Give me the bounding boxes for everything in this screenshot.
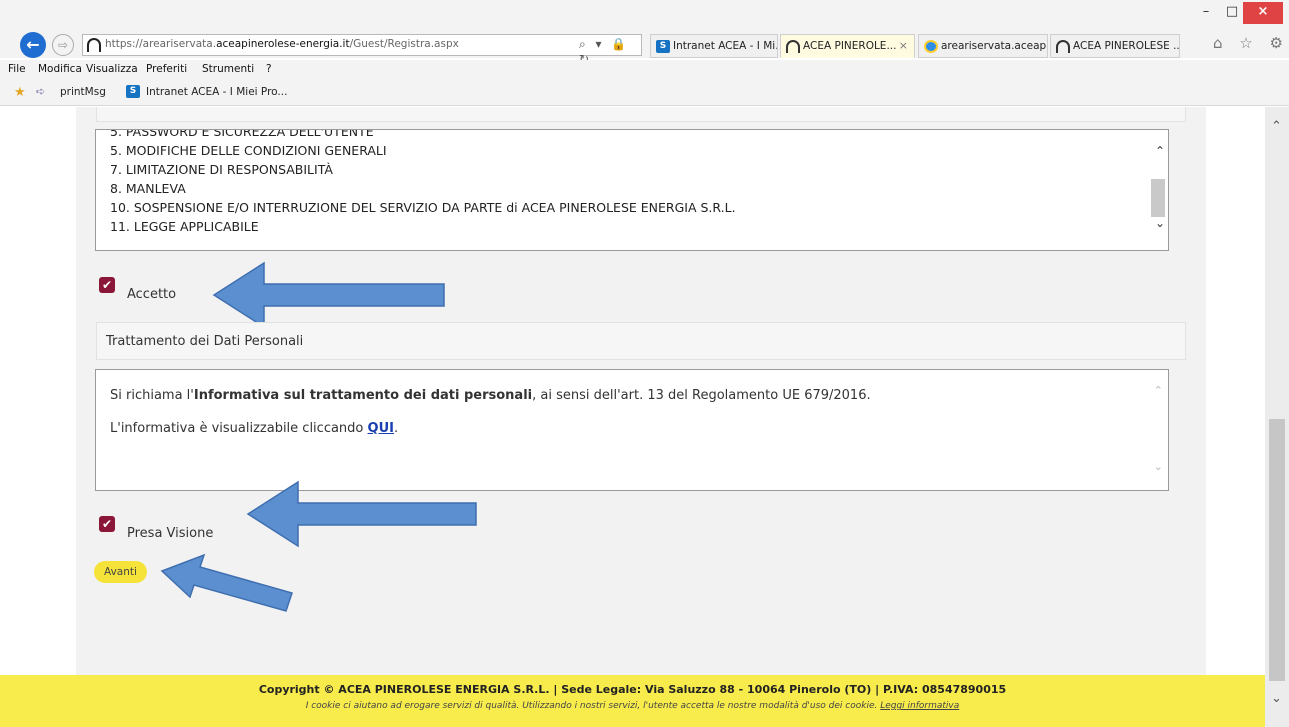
accetto-checkbox[interactable]: ✔: [99, 277, 115, 293]
menu-help[interactable]: ?: [266, 63, 272, 75]
sharepoint-icon: S: [656, 40, 670, 53]
tab-areariservata[interactable]: areariservata.aceapi...: [918, 34, 1048, 58]
url-domain: aceapinerolese-energia.it: [216, 38, 350, 50]
favorite-intranet[interactable]: Intranet ACEA - I Miei Pro...: [146, 86, 287, 98]
favorite-printmsg[interactable]: printMsg: [60, 86, 106, 98]
address-bar[interactable]: https://areariservata.aceapinerolese-ene…: [82, 34, 642, 66]
terms-scroll-thumb[interactable]: [1151, 179, 1165, 217]
acea-icon: [1056, 40, 1070, 53]
privacy-p1-after: , ai sensi dell'art. 13 del Regolamento …: [532, 388, 871, 403]
terms-line: 11. LEGGE APPLICABILE: [110, 219, 259, 234]
address-url[interactable]: https://areariservata.aceapinerolese-ene…: [105, 38, 459, 50]
terms-list: 5. PASSWORD E SICUREZZA DELL'UTENTE 5. M…: [110, 129, 736, 236]
privacy-paragraph-1: Si richiama l'Informativa sul trattament…: [110, 388, 871, 403]
privacy-p1-before: Si richiama l': [110, 388, 194, 403]
presa-visione-label[interactable]: Presa Visione: [127, 526, 213, 541]
accetto-label[interactable]: Accetto: [127, 287, 176, 302]
back-button[interactable]: ←: [20, 32, 46, 58]
tab-intranet[interactable]: S Intranet ACEA - I Mi...: [650, 34, 778, 58]
terms-section-header: [96, 107, 1186, 122]
tab-acea-2[interactable]: ACEA PINEROLESE ...: [1050, 34, 1180, 58]
tab-label: ACEA PINEROLESE ...: [1073, 40, 1180, 52]
scroll-up-icon[interactable]: ⌃: [1271, 119, 1282, 134]
terms-textarea[interactable]: 5. PASSWORD E SICUREZZA DELL'UTENTE 5. M…: [95, 129, 1169, 251]
scroll-down-icon[interactable]: ⌄: [1271, 691, 1282, 706]
close-window-button[interactable]: ×: [1243, 2, 1283, 24]
avanti-button[interactable]: Avanti: [94, 561, 147, 583]
url-prefix: https://areariservata.: [105, 38, 217, 50]
menu-preferiti[interactable]: Preferiti: [146, 63, 187, 75]
page-footer: Copyright © ACEA PINEROLESE ENERGIA S.R.…: [0, 675, 1265, 727]
page-scrollbar[interactable]: ⌃ ⌄: [1265, 107, 1289, 727]
privacy-section-header: Trattamento dei Dati Personali: [96, 322, 1186, 360]
tab-close-icon[interactable]: ×: [899, 35, 908, 57]
page-viewport: 5. PASSWORD E SICUREZZA DELL'UTENTE 5. M…: [0, 107, 1265, 727]
footer-copyright: Copyright © ACEA PINEROLESE ENERGIA S.R.…: [258, 683, 1007, 696]
menu-strumenti[interactable]: Strumenti: [202, 63, 254, 75]
tab-label: ACEA PINEROLE...: [803, 40, 897, 52]
sharepoint-icon: S: [126, 85, 140, 98]
privacy-textarea[interactable]: Si richiama l'Informativa sul trattament…: [95, 369, 1169, 491]
privacy-section-title: Trattamento dei Dati Personali: [106, 334, 304, 349]
annotation-arrow-icon: [212, 261, 445, 329]
cookie-text: I cookie ci aiutano ad erogare servizi d…: [305, 701, 881, 711]
scroll-up-icon[interactable]: ⌃: [1155, 144, 1165, 158]
menu-bar: File Modifica Visualizza Preferiti Strum…: [0, 60, 1289, 80]
menu-visualizza[interactable]: Visualizza: [86, 63, 138, 75]
ie-icon: [924, 40, 938, 53]
page-scroll-thumb[interactable]: [1269, 419, 1285, 681]
privacy-p1-bold: Informativa sul trattamento dei dati per…: [193, 388, 533, 403]
terms-line: 5. MODIFICHE DELLE CONDIZIONI GENERALI: [110, 143, 387, 158]
registration-card: 5. PASSWORD E SICUREZZA DELL'UTENTE 5. M…: [76, 107, 1206, 727]
favorites-bar: ★ ➪ printMsg S Intranet ACEA - I Miei Pr…: [0, 80, 1289, 106]
terms-line: 5. PASSWORD E SICUREZZA DELL'UTENTE: [110, 129, 374, 139]
menu-modifica[interactable]: Modifica: [38, 63, 82, 75]
favorites-star-icon[interactable]: ★: [14, 85, 26, 100]
menu-file[interactable]: File: [8, 63, 26, 75]
annotation-arrow-icon: [246, 480, 477, 548]
terms-line: 10. SOSPENSIONE E/O INTERRUZIONE DEL SER…: [110, 200, 736, 215]
footer-cookie-notice: I cookie ci aiutano ad erogare servizi d…: [0, 701, 1265, 711]
forward-button[interactable]: ⇨: [52, 34, 74, 56]
url-path: /Guest/Registra.aspx: [349, 38, 459, 50]
add-favorite-arrow-icon[interactable]: ➪: [36, 85, 45, 98]
tab-label: Intranet ACEA - I Mi...: [673, 40, 778, 52]
tab-acea-active[interactable]: ACEA PINEROLE... ×: [780, 34, 915, 58]
tab-label: areariservata.aceapi...: [941, 40, 1048, 52]
presa-visione-checkbox[interactable]: ✔: [99, 516, 115, 532]
cookie-policy-link[interactable]: Leggi informativa: [880, 701, 959, 711]
privacy-p2-before: L'informativa è visualizzabile cliccando: [110, 421, 368, 436]
annotation-arrow-icon: [160, 553, 293, 612]
privacy-qui-link[interactable]: QUI: [368, 421, 394, 436]
privacy-p2-after: .: [393, 421, 399, 436]
acea-icon: [786, 40, 800, 53]
scroll-up-icon[interactable]: ⌃: [1154, 384, 1163, 397]
terms-line: 8. MANLEVA: [110, 181, 186, 196]
scroll-down-icon[interactable]: ⌄: [1154, 460, 1163, 473]
acea-favicon-icon: [87, 38, 101, 52]
scroll-down-icon[interactable]: ⌄: [1155, 216, 1165, 230]
terms-line: 7. LIMITAZIONE DI RESPONSABILITÀ: [110, 162, 333, 177]
terms-scrollbar[interactable]: ⌃ ⌄: [1150, 130, 1168, 250]
home-favorites-settings-icons[interactable]: ⌂ ☆ ⚙: [1213, 34, 1289, 52]
browser-titlebar: – □ × ← ⇨ https://areariservata.aceapine…: [0, 0, 1289, 66]
privacy-paragraph-2: L'informativa è visualizzabile cliccando…: [110, 421, 398, 436]
